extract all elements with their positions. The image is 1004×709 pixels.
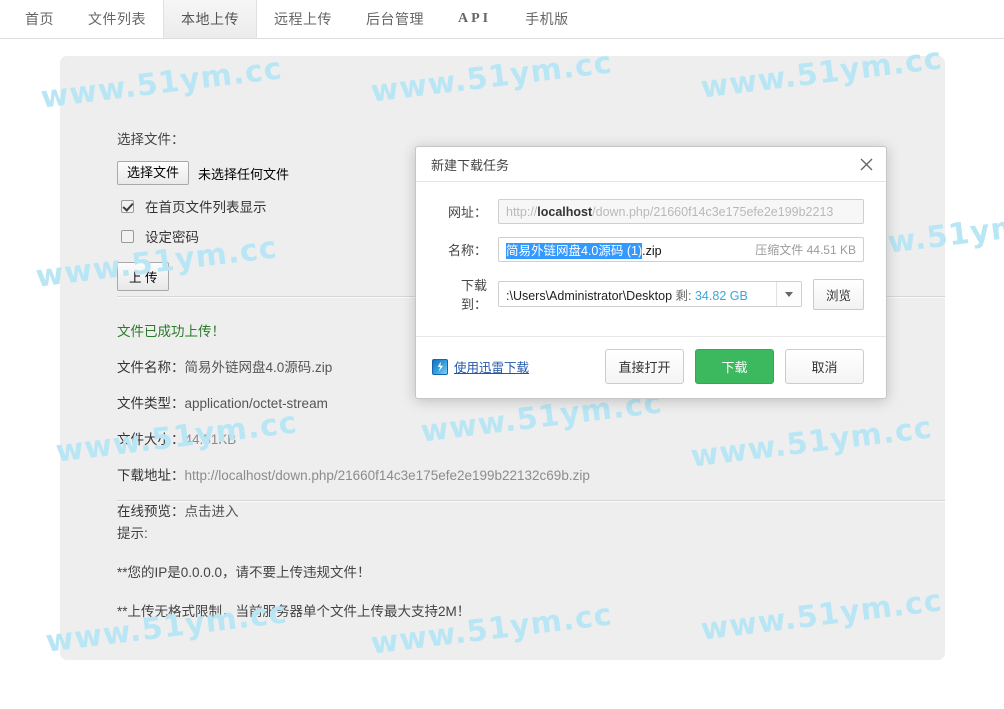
save-path-label: 下载到： <box>460 278 487 312</box>
url-label: 网址： <box>447 205 487 220</box>
save-path-text: :\Users\Administrator\Desktop <box>506 288 673 303</box>
dialog-title: 新建下载任务 <box>431 157 510 173</box>
nav-admin[interactable]: 后台管理 <box>349 0 441 38</box>
result-value-download-url[interactable]: http://localhost/down.php/21660f14c3e175… <box>185 468 590 483</box>
url-prefix: http:// <box>506 204 538 219</box>
result-label-preview: 在线预览： <box>117 504 185 519</box>
url-host: localhost <box>537 204 593 219</box>
thunder-icon <box>432 358 448 375</box>
name-row: 名称： 简易外链网盘4.0源码 (1).zip 压缩文件 44.51 KB <box>438 237 864 262</box>
save-path-value: :\Users\Administrator\Desktop 剩: 34.82 G… <box>499 285 776 304</box>
tip-line-ip: **您的IP是0.0.0.0，请不要上传违规文件！ <box>117 565 371 580</box>
divider-bottom <box>117 500 945 502</box>
no-file-selected-text: 未选择任何文件 <box>198 166 290 182</box>
result-row-download-url: 下载地址：http://localhost/down.php/21660f14c… <box>117 464 877 484</box>
nav-home[interactable]: 首页 <box>8 0 71 38</box>
name-label: 名称： <box>447 243 487 258</box>
nav-file-list[interactable]: 文件列表 <box>71 0 163 38</box>
nav-local-upload[interactable]: 本地上传 <box>163 0 257 38</box>
filename-extension: .zip <box>642 244 662 258</box>
select-file-label: 选择文件： <box>117 132 185 147</box>
free-space-prefix: 剩: <box>675 288 692 303</box>
filename-input[interactable]: 简易外链网盘4.0源码 (1).zip 压缩文件 44.51 KB <box>498 237 864 262</box>
filename-wrap: 简易外链网盘4.0源码 (1).zip 压缩文件 44.51 KB <box>506 240 856 259</box>
result-row-preview: 在线预览：点击进入 <box>117 500 877 520</box>
nav-api[interactable]: API <box>441 0 508 38</box>
nav-remote-upload[interactable]: 远程上传 <box>257 0 349 38</box>
result-label-filetype: 文件类型： <box>117 396 185 411</box>
choose-file-button[interactable]: 选择文件 <box>117 161 190 186</box>
free-space-value: 34.82 GB <box>694 288 748 303</box>
nav-mobile[interactable]: 手机版 <box>508 0 586 38</box>
upload-button[interactable]: 上 传 <box>117 262 170 292</box>
result-label-filename: 文件名称： <box>117 360 185 375</box>
chevron-down-icon[interactable] <box>775 282 801 306</box>
top-navigation-bar: 首页 文件列表 本地上传 远程上传 后台管理 API 手机版 <box>0 0 1004 39</box>
result-label-download-url: 下载地址： <box>117 468 185 483</box>
save-path-row: 下载到： :\Users\Administrator\Desktop 剩: 34… <box>438 275 864 313</box>
close-icon[interactable] <box>855 153 877 175</box>
file-meta-info: 压缩文件 44.51 KB <box>755 243 856 257</box>
tips-section: 提示: **您的IP是0.0.0.0，请不要上传违规文件！ **上传无格式限制，… <box>117 522 877 639</box>
thunder-download-link[interactable]: 使用迅雷下载 <box>432 357 529 376</box>
cancel-button[interactable]: 取消 <box>785 349 864 384</box>
url-input[interactable]: http://localhost/down.php/21660f14c3e175… <box>498 199 864 224</box>
dialog-buttons: 直接打开 下载 取消 <box>594 349 864 384</box>
url-value: http://localhost/down.php/21660f14c3e175… <box>506 205 833 219</box>
set-password-checkbox[interactable] <box>121 229 134 243</box>
dialog-header: 新建下载任务 <box>416 147 886 182</box>
dialog-body: 网址： http://localhost/down.php/21660f14c3… <box>416 182 886 336</box>
url-rest: /down.php/21660f14c3e175efe2e199b2213 <box>592 204 834 219</box>
set-password-label: 设定密码 <box>145 230 199 246</box>
tips-heading: 提示: <box>117 526 148 541</box>
result-value-filesize: 44.51KB <box>184 432 237 447</box>
thunder-link-text: 使用迅雷下载 <box>454 361 530 375</box>
download-button[interactable]: 下载 <box>695 349 774 384</box>
filename-selected-text: 简易外链网盘4.0源码 (1) <box>506 243 643 259</box>
result-value-filename: 简易外链网盘4.0源码.zip <box>184 360 333 375</box>
dialog-footer: 使用迅雷下载 直接打开 下载 取消 <box>416 336 886 398</box>
nav-list: 首页 文件列表 本地上传 远程上传 后台管理 API 手机版 <box>0 0 1004 38</box>
tip-line-limit: **上传无格式限制，当前服务器单个文件上传最大支持2M！ <box>117 604 471 619</box>
save-path-field[interactable]: :\Users\Administrator\Desktop 剩: 34.82 G… <box>498 281 802 307</box>
result-label-filesize: 文件大小： <box>117 432 185 447</box>
new-download-task-dialog: 新建下载任务 网址： http://localhost/down.php/216… <box>415 146 887 399</box>
result-row-filesize: 文件大小：44.51KB <box>117 428 877 448</box>
open-directly-button[interactable]: 直接打开 <box>605 349 684 384</box>
show-on-home-label: 在首页文件列表显示 <box>145 200 267 216</box>
result-value-filetype: application/octet-stream <box>184 396 328 411</box>
filename-value: 简易外链网盘4.0源码 (1).zip <box>506 240 662 259</box>
show-on-home-checkbox[interactable] <box>121 199 134 213</box>
url-row: 网址： http://localhost/down.php/21660f14c3… <box>438 199 864 224</box>
result-value-preview-link[interactable]: 点击进入 <box>185 504 239 519</box>
browse-button[interactable]: 浏览 <box>812 278 864 310</box>
